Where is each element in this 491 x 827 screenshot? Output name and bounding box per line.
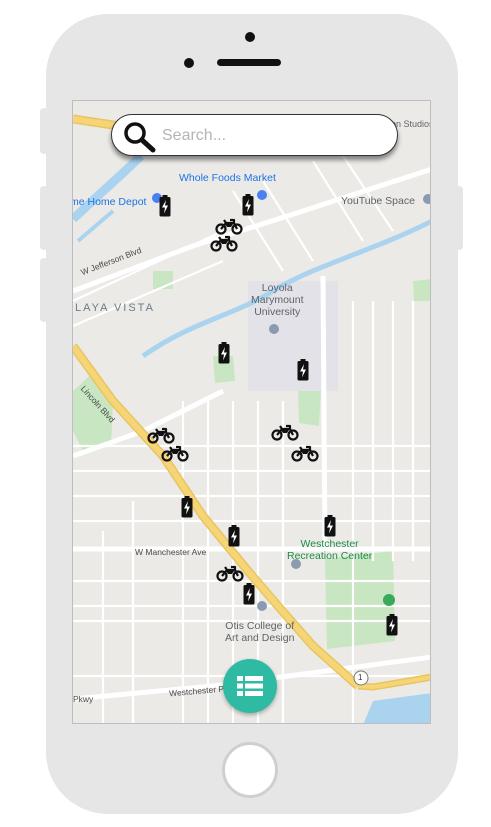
motorbike-icon	[161, 445, 189, 462]
phone-side-button-left-mid	[40, 186, 48, 250]
map-label-whole-foods: Whole Foods Market	[179, 172, 276, 184]
charger-marker[interactable]	[243, 583, 255, 610]
motorbike-icon	[147, 427, 175, 444]
map-label-youtube-space: YouTube Space	[341, 195, 415, 207]
sensor-dot	[245, 32, 255, 42]
motorbike-icon	[271, 424, 299, 441]
battery-charging-icon	[324, 515, 336, 537]
bike-marker[interactable]	[161, 444, 189, 467]
phone-side-button-right	[455, 186, 463, 250]
motorbike-icon	[216, 565, 244, 582]
map-screen[interactable]: Whole Foods Market me Home Depot YouTube…	[72, 100, 431, 724]
battery-charging-icon	[159, 195, 171, 217]
street-label-manchester: W Manchester Ave	[135, 547, 207, 557]
bike-marker[interactable]	[210, 234, 238, 257]
search-icon[interactable]	[122, 121, 156, 153]
bike-marker[interactable]	[271, 423, 299, 446]
charger-marker[interactable]	[218, 342, 230, 369]
speaker-grille	[217, 59, 281, 66]
battery-charging-icon	[181, 496, 193, 518]
search-input[interactable]	[160, 123, 384, 149]
route-1-label: 1	[358, 673, 363, 682]
map-label-otis: Otis College of Art and Design	[225, 620, 295, 644]
battery-charging-icon	[297, 359, 309, 381]
street-label-pkwy: Pkwy	[73, 694, 94, 704]
battery-charging-icon	[228, 525, 240, 547]
motorbike-icon	[210, 235, 238, 252]
charger-marker[interactable]	[159, 195, 171, 222]
map-label-home-depot: me Home Depot	[72, 196, 147, 208]
list-icon	[237, 676, 263, 696]
charger-marker[interactable]	[386, 614, 398, 641]
bike-marker[interactable]	[291, 444, 319, 467]
bike-marker[interactable]	[216, 564, 244, 587]
phone-side-button-left-top	[40, 108, 48, 154]
search-bar[interactable]	[111, 114, 398, 156]
charger-marker[interactable]	[297, 359, 309, 386]
battery-charging-icon	[243, 583, 255, 605]
camera-dot	[184, 58, 194, 68]
charger-marker[interactable]	[242, 194, 254, 221]
map-label-lmu: Loyola Marymount University	[251, 282, 304, 318]
motorbike-icon	[291, 445, 319, 462]
battery-charging-icon	[218, 342, 230, 364]
list-view-button[interactable]	[223, 659, 277, 713]
motorbike-icon	[215, 218, 243, 235]
home-button[interactable]	[222, 742, 278, 798]
map-label-playa-vista: LAYA VISTA	[75, 302, 155, 314]
battery-charging-icon	[386, 614, 398, 636]
charger-marker[interactable]	[324, 515, 336, 542]
charger-marker[interactable]	[181, 496, 193, 523]
charger-marker[interactable]	[228, 525, 240, 552]
phone-side-button-left-bottom	[40, 258, 48, 322]
battery-charging-icon	[242, 194, 254, 216]
